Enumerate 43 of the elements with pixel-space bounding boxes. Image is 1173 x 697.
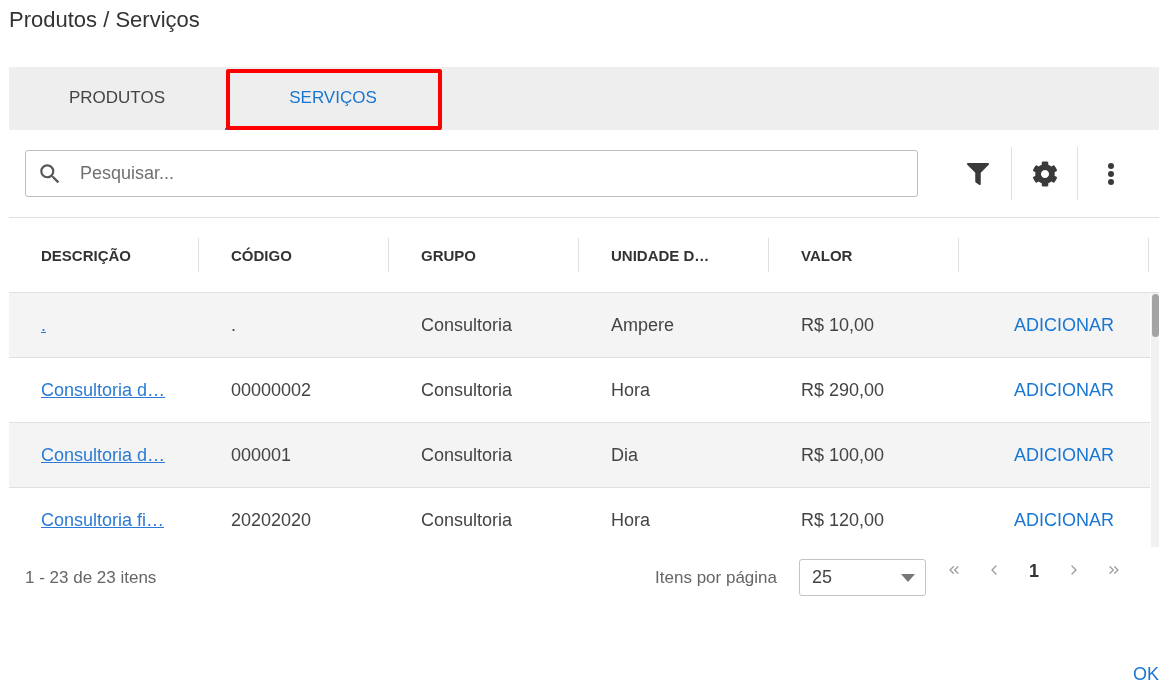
gear-icon <box>1031 160 1058 187</box>
scrollbar-thumb[interactable] <box>1152 294 1159 337</box>
table-cell: R$ 120,00 <box>801 509 885 530</box>
page-size-select[interactable]: 25 <box>799 559 926 596</box>
column-header: DESCRIÇÃO <box>41 246 131 264</box>
page-size-label: Itens por página <box>655 567 777 589</box>
table-cell: Consultoria <box>421 444 513 465</box>
add-button[interactable]: ADICIONAR <box>1006 440 1122 470</box>
table-cell: R$ 10,00 <box>801 314 875 335</box>
table-cell: Hora <box>611 509 650 530</box>
column-header: CÓDIGO <box>231 246 292 264</box>
add-button[interactable]: ADICIONAR <box>1006 505 1122 535</box>
column-header: UNIDADE D… <box>611 246 710 264</box>
tab[interactable]: PRODUTOS <box>9 67 225 130</box>
tab[interactable]: SERVIÇOS <box>225 67 441 130</box>
table-cell: Consultoria <box>421 509 513 530</box>
description-link[interactable]: Consultoria fi… <box>41 509 165 530</box>
table-cell: R$ 290,00 <box>801 379 885 400</box>
vertical-dots-icon <box>1107 162 1114 185</box>
funnel-icon <box>967 162 989 185</box>
table-cell: 00000002 <box>231 379 312 400</box>
page-button[interactable]: 1 <box>1014 559 1054 583</box>
column-header: GRUPO <box>421 246 476 264</box>
table-cell: Consultoria <box>421 314 513 335</box>
ok-button[interactable]: OK <box>1129 663 1159 685</box>
table-cell: Ampere <box>611 314 675 335</box>
description-link[interactable]: Consultoria d… <box>41 379 166 400</box>
pagination-summary: 1 - 23 de 23 itens <box>25 567 157 589</box>
search-field[interactable]: Pesquisar... <box>25 150 918 197</box>
table-cell: 20202020 <box>231 509 312 530</box>
caret-down-icon <box>901 573 915 582</box>
table-cell: Dia <box>611 444 638 465</box>
table-cell: Hora <box>611 379 650 400</box>
table-cell: R$ 100,00 <box>801 444 885 465</box>
description-link[interactable]: . <box>41 314 46 335</box>
table-cell: Consultoria <box>421 379 513 400</box>
page-title: Produtos / Serviços <box>9 6 200 34</box>
table-cell: . <box>231 314 236 335</box>
description-link[interactable]: Consultoria d… <box>41 444 166 465</box>
column-header: VALOR <box>801 246 853 264</box>
add-button[interactable]: ADICIONAR <box>1006 310 1122 340</box>
table-cell: 000001 <box>231 444 292 465</box>
add-button[interactable]: ADICIONAR <box>1006 375 1122 405</box>
